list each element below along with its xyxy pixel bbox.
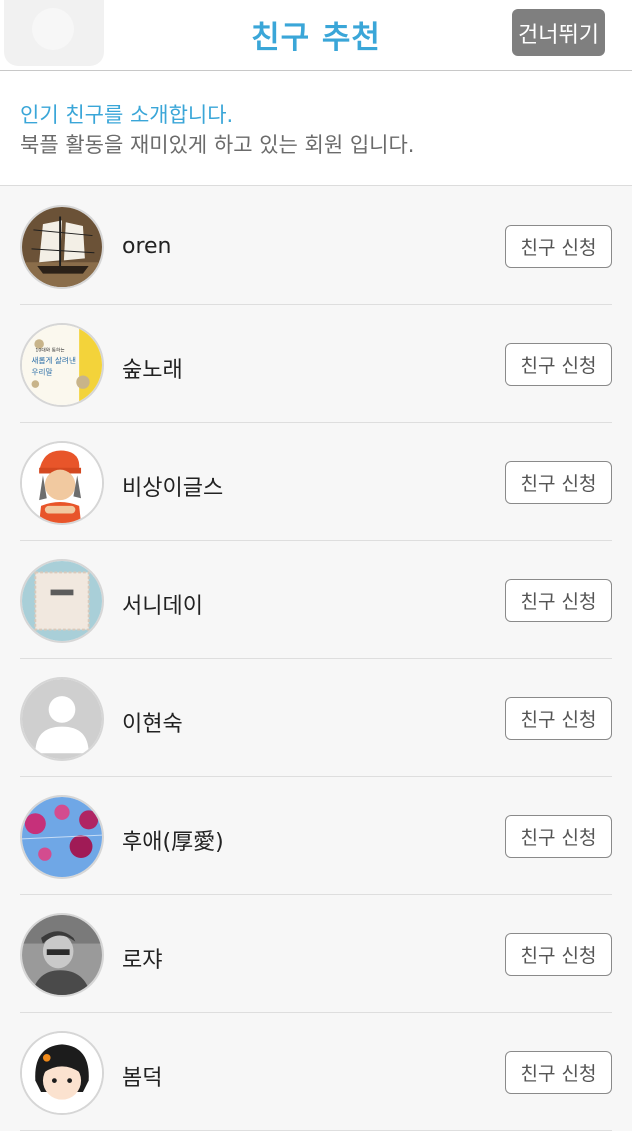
list-item: 10대와 통하는 새롭게 살려낸 우리말 숲노래 친구 신청 bbox=[20, 305, 612, 423]
list-item: 후애(厚愛) 친구 신청 bbox=[20, 777, 612, 895]
user-name: 비상이글스 bbox=[122, 476, 224, 501]
list-item: 서니데이 친구 신청 bbox=[20, 541, 612, 659]
photo-person-icon bbox=[22, 915, 102, 995]
ship-icon bbox=[22, 207, 102, 287]
skip-button[interactable]: 건너뛰기 bbox=[512, 9, 605, 56]
book-cover-icon: 10대와 통하는 새롭게 살려낸 우리말 bbox=[22, 325, 102, 405]
list-item: 비상이글스 친구 신청 bbox=[20, 423, 612, 541]
avatar[interactable] bbox=[20, 1031, 104, 1115]
user-name: 숲노래 bbox=[122, 358, 183, 383]
friend-request-button[interactable]: 친구 신청 bbox=[505, 933, 612, 976]
friend-request-button[interactable]: 친구 신청 bbox=[505, 343, 612, 386]
cartoon-girl-icon bbox=[22, 1033, 102, 1113]
avatar[interactable] bbox=[20, 441, 104, 525]
friend-request-button[interactable]: 친구 신청 bbox=[505, 461, 612, 504]
friend-request-button[interactable]: 친구 신청 bbox=[505, 1051, 612, 1094]
avatar[interactable] bbox=[20, 677, 104, 761]
avatar[interactable] bbox=[20, 205, 104, 289]
list-item: 이현숙 친구 신청 bbox=[20, 659, 612, 777]
intro-description: 북플 활동을 재미있게 하고 있는 회원 입니다. bbox=[20, 133, 415, 157]
friend-request-button[interactable]: 친구 신청 bbox=[505, 815, 612, 858]
intro-headline: 인기 친구를 소개합니다. bbox=[20, 103, 234, 127]
friend-request-button[interactable]: 친구 신청 bbox=[505, 225, 612, 268]
cartoon-person-icon bbox=[22, 443, 102, 523]
list-item: 봄덕 친구 신청 bbox=[20, 1013, 612, 1131]
fabric-pouch-icon bbox=[22, 561, 102, 641]
intro-banner: 인기 친구를 소개합니다. 북플 활동을 재미있게 하고 있는 회원 입니다. bbox=[0, 71, 632, 186]
default-user-icon bbox=[22, 679, 102, 759]
svg-text:우리말: 우리말 bbox=[32, 368, 53, 377]
top-bar: 친구 추천 건너뛰기 bbox=[0, 0, 632, 71]
user-name: 이현숙 bbox=[122, 712, 183, 737]
user-name: 봄덕 bbox=[122, 1066, 163, 1091]
user-name: oren bbox=[122, 234, 172, 259]
avatar[interactable] bbox=[20, 913, 104, 997]
user-name: 로쟈 bbox=[122, 948, 163, 973]
list-item: 로쟈 친구 신청 bbox=[20, 895, 612, 1013]
avatar[interactable] bbox=[20, 559, 104, 643]
user-name: 후애(厚愛) bbox=[122, 830, 224, 855]
user-name: 서니데이 bbox=[122, 594, 203, 619]
friend-request-button[interactable]: 친구 신청 bbox=[505, 579, 612, 622]
friend-recommendation-list: oren 친구 신청 10대와 통하는 새롭게 살려낸 우리말 숲노래 친구 신… bbox=[0, 187, 632, 1131]
avatar[interactable]: 10대와 통하는 새롭게 살려낸 우리말 bbox=[20, 323, 104, 407]
pink-circles-icon bbox=[22, 797, 102, 877]
list-item: oren 친구 신청 bbox=[20, 187, 612, 305]
friend-request-button[interactable]: 친구 신청 bbox=[505, 697, 612, 740]
svg-text:새롭게 살려낸: 새롭게 살려낸 bbox=[32, 355, 76, 365]
avatar[interactable] bbox=[20, 795, 104, 879]
